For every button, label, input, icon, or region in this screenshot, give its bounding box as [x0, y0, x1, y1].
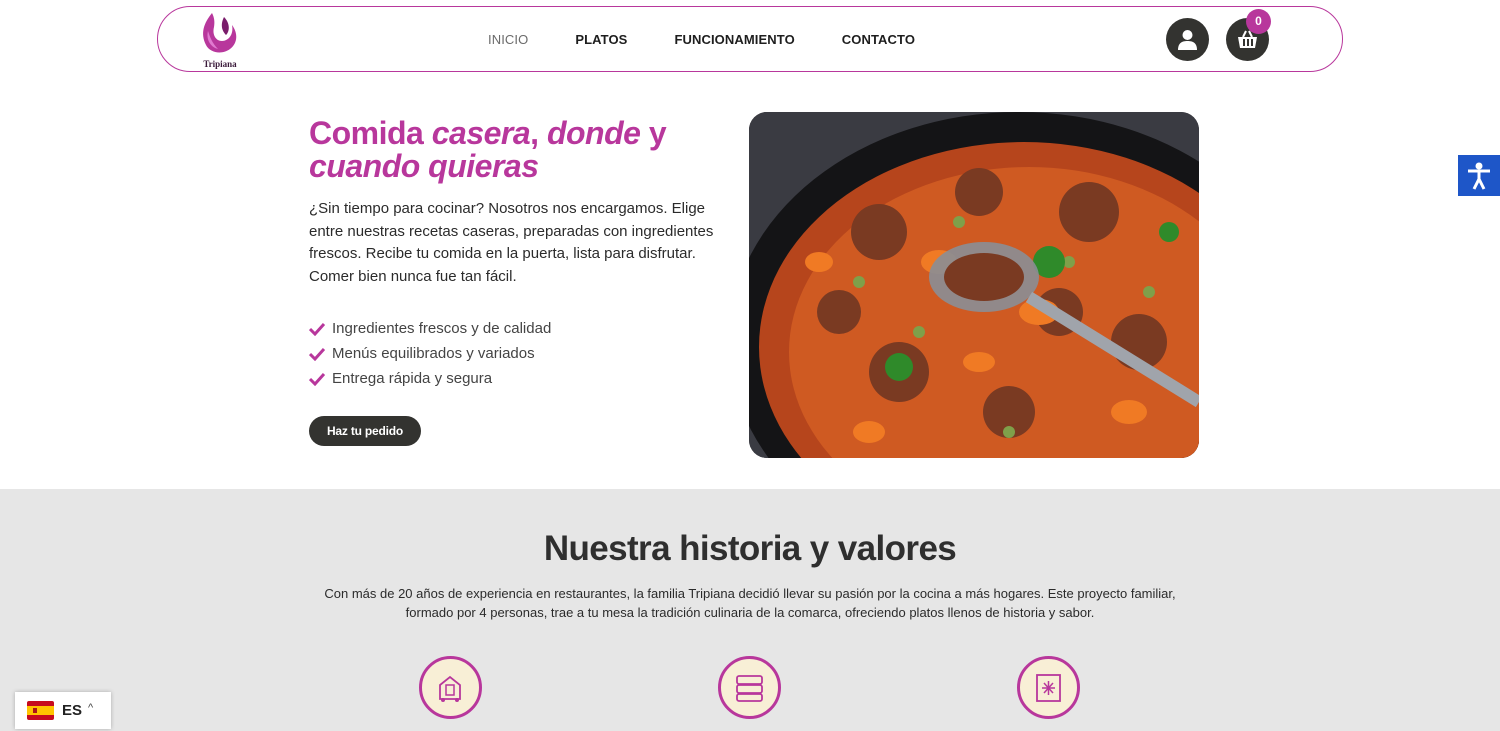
- feature-list: Ingredientes frescos y de calidad Menús …: [309, 316, 551, 391]
- hero-description: ¿Sin tiempo para cocinar? Nosotros nos e…: [309, 200, 714, 285]
- nav-item-funcionamiento[interactable]: FUNCIONAMIENTO: [674, 32, 794, 47]
- order-button[interactable]: Haz tu pedido: [309, 416, 421, 446]
- logo-text: Tripiana: [203, 59, 237, 69]
- nav-item-inicio[interactable]: INICIO: [488, 32, 528, 47]
- values-section: Nuestra historia y valores Con más de 20…: [0, 489, 1500, 731]
- hero-title: Comida casera, donde y cuando quieras: [309, 115, 667, 184]
- values-title: Nuestra historia y valores: [543, 529, 957, 568]
- site-header: Tripiana INICIO PLATOS FUNCIONAMIENTO CO…: [157, 6, 1343, 72]
- feature-item: Entrega rápida y segura: [309, 366, 551, 391]
- check-icon: [309, 347, 325, 361]
- stew-illustration: [749, 112, 1199, 458]
- check-icon: [309, 372, 325, 386]
- cart-count-badge: 0: [1246, 9, 1271, 34]
- stew-image: [749, 112, 1199, 458]
- accessibility-icon: [1468, 162, 1490, 190]
- flame-logo-icon: [203, 13, 237, 53]
- language-selector[interactable]: ES ^: [15, 692, 111, 729]
- chevron-up-icon: ^: [88, 702, 94, 714]
- check-icon: [309, 322, 325, 336]
- account-button[interactable]: [1166, 18, 1209, 61]
- language-code: ES: [62, 702, 83, 719]
- main-nav: INICIO PLATOS FUNCIONAMIENTO CONTACTO: [488, 32, 962, 47]
- nav-item-contacto[interactable]: CONTACTO: [842, 32, 915, 47]
- logo[interactable]: Tripiana: [198, 11, 242, 69]
- user-icon: [1178, 30, 1197, 50]
- nav-item-platos[interactable]: PLATOS: [575, 32, 627, 47]
- building-delivery-icon: [419, 656, 482, 719]
- values-text: Con más de 20 años de experiencia en res…: [324, 586, 1176, 620]
- food-containers-icon: [718, 656, 781, 719]
- feature-item: Menús equilibrados y variados: [309, 341, 551, 366]
- freezer-icon: [1017, 656, 1080, 719]
- accessibility-button[interactable]: [1458, 155, 1500, 196]
- feature-item: Ingredientes frescos y de calidad: [309, 316, 551, 341]
- spain-flag-icon: [27, 701, 54, 720]
